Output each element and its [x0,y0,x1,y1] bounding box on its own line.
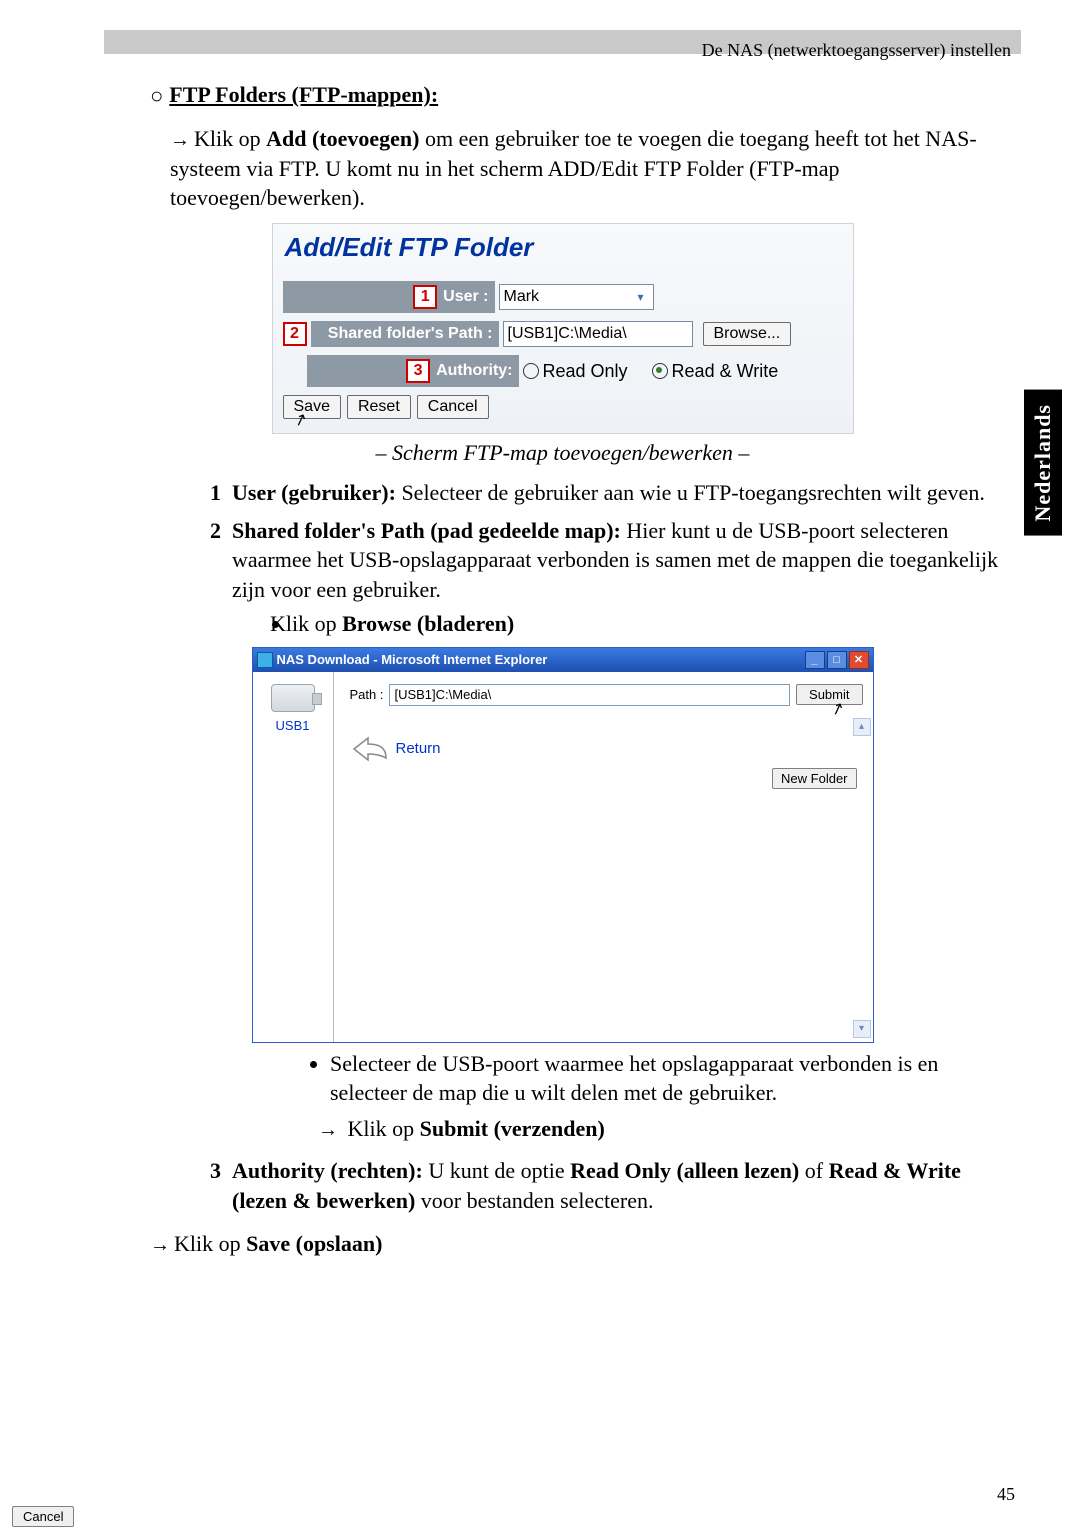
usb-label[interactable]: USB1 [253,718,333,733]
ftp-dialog: Add/Edit FTP Folder 1 User : Mark ▾ 2 Sh… [272,223,854,434]
reset-button[interactable]: Reset [347,395,411,419]
item1-text: Selecteer de gebruiker aan wie u FTP-toe… [396,480,985,505]
after-ie-arrow-prefix: Klik op [348,1116,420,1141]
final-arrow-bold: Save (opslaan) [246,1231,382,1256]
ftp-dialog-title: Add/Edit FTP Folder [273,224,853,277]
num-3: 3 [210,1158,221,1183]
user-select-value: Mark [504,288,540,306]
ie-return-link[interactable]: Return [396,740,441,757]
num-1: 1 [210,480,221,505]
arrow-bullet [170,126,194,151]
language-tab: Nederlands [1024,390,1062,536]
after-ie-arrow-bold: Submit (verzenden) [420,1116,605,1141]
label-path: Shared folder's Path : [328,325,493,343]
ie-title: NAS Download - Microsoft Internet Explor… [277,652,548,667]
ie-submit-button[interactable]: Submit [796,684,862,705]
header-title: De NAS (netwerktoegangsserver) instellen [110,38,1015,62]
figure-caption: – Scherm FTP-map toevoegen/bewerken – [110,440,1015,466]
user-select[interactable]: Mark ▾ [499,284,654,310]
section-title: FTP Folders (FTP-mappen): [169,82,438,107]
arrow-bullet-3 [150,1231,174,1256]
after-ie-bullet1: Selecteer de USB-poort waarmee het opsla… [330,1049,1015,1108]
marker-2: 2 [283,322,307,346]
save-button[interactable]: Save [283,395,341,419]
label-read-write: Read & Write [672,361,779,382]
browse-button[interactable]: Browse... [703,322,792,346]
ie-path-label: Path : [350,687,384,702]
label-read-only: Read Only [543,361,628,382]
page-number: 45 [997,1484,1015,1505]
label-user: User : [443,288,488,306]
item3-text1: U kunt de optie [423,1158,570,1183]
item3-text2: voor bestanden selecteren. [415,1188,653,1213]
ie-titlebar: NAS Download - Microsoft Internet Explor… [253,648,873,672]
marker-1: 1 [413,285,437,309]
scroll-down-icon[interactable]: ▾ [853,1020,871,1038]
ie-main: Path : Submit ▴ Return New Folder ▾ [334,672,873,1042]
intro-prefix: Klik op [194,126,266,151]
item3-mid: of [799,1158,828,1183]
arrow-bullet-2 [318,1116,342,1141]
path-input[interactable] [503,321,693,347]
item1-label: User (gebruiker): [232,480,396,505]
item2-sub: Klik op Browse (bladeren) [292,609,1015,639]
radio-read-write[interactable] [652,363,668,379]
num-2: 2 [210,518,221,543]
final-arrow-prefix: Klik op [174,1231,246,1256]
ie-window: NAS Download - Microsoft Internet Explor… [252,647,874,1043]
item2-sub-bold: Browse (bladeren) [342,611,514,636]
ie-app-icon [257,652,273,668]
minimize-icon[interactable]: _ [805,651,825,669]
cancel-button[interactable]: Cancel [417,395,489,419]
item3-bold1: Read Only (alleen lezen) [570,1158,799,1183]
ie-path-input[interactable] [389,684,790,706]
return-arrow-icon[interactable] [350,734,390,764]
ie-cancel-button[interactable]: Cancel [12,1506,74,1527]
label-authority: Authority: [436,362,512,380]
usb-drive-icon[interactable] [271,684,315,712]
intro-add-bold: Add (toevoegen) [266,126,419,151]
item2-label: Shared folder's Path (pad gedeelde map): [232,518,621,543]
scroll-up-icon[interactable]: ▴ [853,718,871,736]
item3-label: Authority (rechten): [232,1158,423,1183]
marker-3: 3 [406,359,430,383]
radio-read-only[interactable] [523,363,539,379]
ie-sidebar: USB1 Cancel [253,672,334,1042]
section-bullet [150,82,169,107]
ie-newfolder-button[interactable]: New Folder [772,768,856,789]
maximize-icon[interactable]: □ [827,651,847,669]
close-icon[interactable]: ✕ [849,651,869,669]
chevron-down-icon: ▾ [633,289,649,305]
item2-sub-prefix: Klik op [270,611,342,636]
